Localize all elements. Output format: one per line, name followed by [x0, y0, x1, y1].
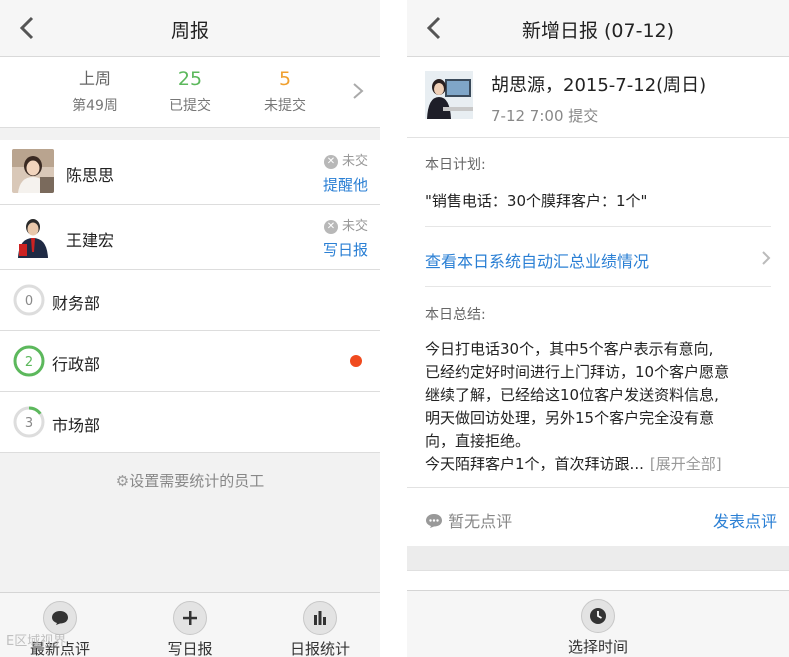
week-number: 第49周	[72, 98, 118, 114]
no-comment-text: 暂无点评	[448, 512, 513, 531]
page-title: 新增日报 (07-12)	[521, 20, 675, 42]
progress-ring: 3	[13, 406, 45, 438]
status-badge: ✕ 未交	[323, 150, 368, 169]
department-count: 2	[25, 355, 33, 370]
remind-link[interactable]: 提醒他	[323, 174, 368, 195]
expand-all-link[interactable]: [展开全部]	[650, 455, 722, 473]
plan-label: 本日计划:	[425, 157, 486, 173]
department-name: 市场部	[52, 416, 101, 435]
report-header: 胡思源，2015-7-12(周日) 7-12 7:00 提交	[407, 57, 789, 138]
comment-bar: 暂无点评 发表点评	[407, 487, 789, 546]
unsubmitted-column: 5 未提交	[240, 67, 330, 115]
avatar	[12, 214, 54, 258]
department-row[interactable]: 3 市场部	[0, 392, 380, 453]
bar-chart-icon	[303, 601, 337, 635]
plan-text: "销售电话：30个膜拜客户：1个"	[425, 192, 648, 210]
submitted-count: 25	[177, 68, 203, 90]
settings-link-label: 设置需要统计的员工	[129, 472, 265, 490]
divider	[425, 226, 771, 227]
submitted-label: 已提交	[169, 98, 211, 114]
plus-icon	[173, 601, 207, 635]
write-report-link[interactable]: 写日报	[323, 239, 368, 260]
submitted-column: 25 已提交	[145, 67, 235, 115]
summary-line: 向，直接拒绝。	[425, 432, 531, 450]
progress-ring: 2	[13, 345, 45, 377]
settings-link[interactable]: ⚙设置需要统计的员工	[0, 470, 380, 491]
clock-icon	[581, 599, 615, 633]
employee-name: 王建宏	[66, 231, 115, 250]
department-row[interactable]: 0 财务部	[0, 270, 380, 331]
submit-time: 7-12 7:00 提交	[491, 107, 599, 125]
close-circle-icon: ✕	[323, 219, 338, 234]
summary-line: 继续了解，已经给这10位客户发送资料信息,	[425, 386, 719, 404]
summary-line: 今天陌拜客户1个，首次拜访跟...	[425, 455, 644, 473]
page-title: 周报	[170, 20, 209, 42]
weekly-report-screen: 周报 上周 第49周 25 已提交 5 未提交 陈思思 ✕ 未交 提醒他 王建宏…	[0, 0, 380, 657]
week-summary[interactable]: 上周 第49周 25 已提交 5 未提交	[0, 57, 380, 128]
tab-bar: 选择时间	[407, 590, 789, 657]
notification-dot	[350, 355, 362, 367]
summary-line: 明天做回访处理，另外15个客户完全没有意	[425, 409, 715, 427]
employee-row[interactable]: 王建宏 ✕ 未交 写日报	[0, 205, 380, 270]
department-count: 0	[25, 294, 33, 309]
tab-report-stats[interactable]: 日报统计	[270, 601, 370, 657]
status-text: 未交	[341, 154, 368, 169]
tab-select-time[interactable]: 选择时间	[548, 599, 648, 657]
close-circle-icon: ✕	[323, 154, 338, 169]
divider	[425, 286, 771, 287]
department-name: 行政部	[52, 355, 101, 374]
employee-row[interactable]: 陈思思 ✕ 未交 提醒他	[0, 140, 380, 205]
auto-summary-link[interactable]: 查看本日系统自动汇总业绩情况	[425, 248, 649, 272]
watermark: E区域视界	[6, 634, 67, 649]
spacer	[407, 546, 789, 571]
post-comment-button[interactable]: 发表点评	[713, 508, 777, 532]
chevron-right-icon[interactable]	[761, 250, 771, 266]
department-count: 3	[25, 416, 33, 431]
unsubmitted-label: 未提交	[264, 98, 306, 114]
week-column: 上周 第49周	[50, 67, 140, 115]
summary-text: 今日打电话30个，其中5个客户表示有意向, 已经约定好时间进行上门拜访，10个客…	[425, 338, 770, 476]
department-name: 财务部	[52, 294, 101, 313]
summary-line-last: 今天陌拜客户1个，首次拜访跟... [展开全部]	[425, 453, 770, 476]
progress-ring: 0	[13, 284, 45, 316]
tab-label: 写日报	[167, 640, 213, 657]
summary-line: 已经约定好时间进行上门拜访，10个客户愿意	[425, 363, 730, 381]
new-daily-report-screen: 新增日报 (07-12) 胡思源，2015-7-12(周日) 7-12 7:00…	[407, 0, 789, 657]
summary-label: 本日总结:	[425, 307, 486, 323]
report-title: 胡思源，2015-7-12(周日)	[491, 75, 707, 96]
week-label: 上周	[78, 69, 111, 88]
gear-icon: ⚙	[115, 472, 130, 490]
tab-write-report[interactable]: 写日报	[140, 601, 240, 657]
nav-bar: 周报	[0, 0, 380, 57]
department-row[interactable]: 2 行政部	[0, 331, 380, 392]
avatar	[425, 71, 473, 119]
status-text: 未交	[341, 219, 368, 234]
tab-label: 选择时间	[567, 638, 628, 656]
chevron-right-icon[interactable]	[352, 81, 364, 101]
employee-name: 陈思思	[66, 166, 115, 185]
status-badge: ✕ 未交	[323, 215, 368, 234]
chat-bubble-icon	[426, 514, 442, 528]
nav-bar: 新增日报 (07-12)	[407, 0, 789, 57]
no-comment: 暂无点评	[425, 508, 512, 532]
avatar	[12, 149, 54, 193]
summary-line: 今日打电话30个，其中5个客户表示有意向,	[425, 340, 714, 358]
tab-label: 日报统计	[289, 640, 350, 657]
unsubmitted-count: 5	[278, 68, 292, 90]
